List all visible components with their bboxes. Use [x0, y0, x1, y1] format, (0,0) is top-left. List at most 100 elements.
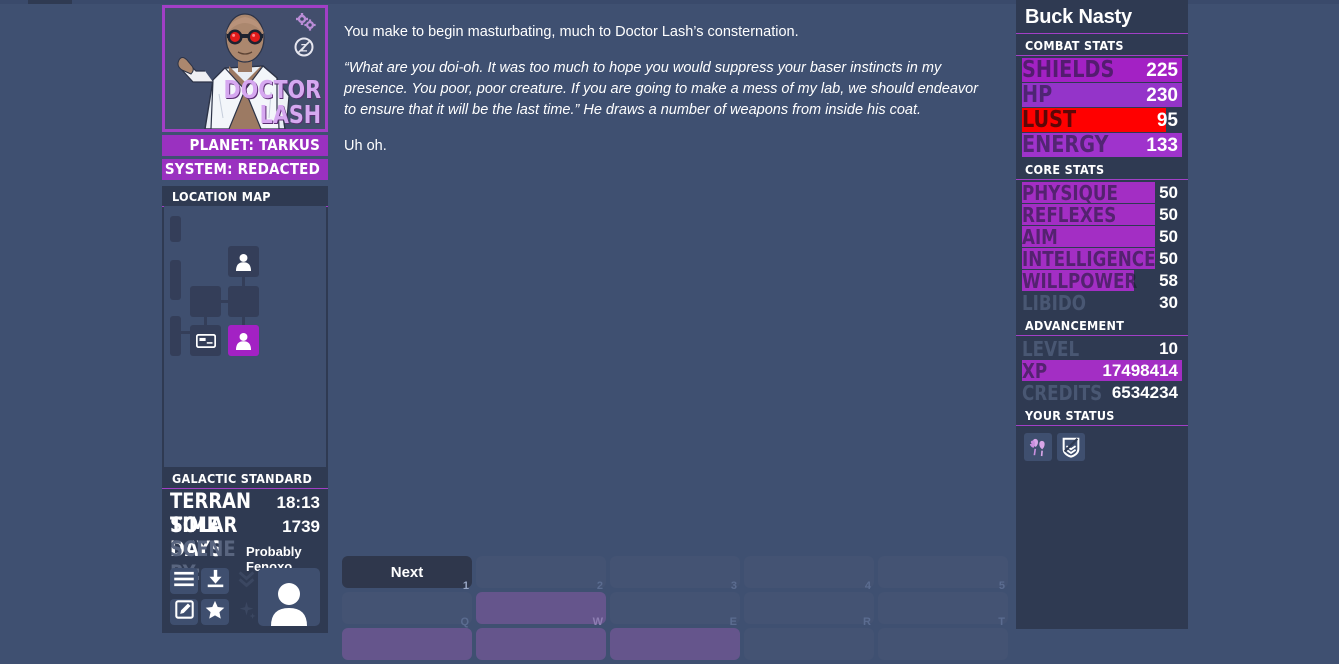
stat-bar-label: SHIELDS [1022, 58, 1115, 82]
system-tag: SYSTEM: REDACTED [162, 159, 328, 180]
map-link-5 [181, 331, 190, 334]
hotkey-label: R [863, 616, 871, 628]
action-button-empty[interactable]: W [476, 592, 606, 628]
stat-bar-value: 6534234 [1111, 383, 1178, 402]
map-stub-a [170, 216, 181, 242]
map-link-2 [242, 317, 245, 325]
download-icon [206, 569, 225, 593]
location-map-panel: LOCATION MAP [162, 186, 328, 469]
character-name: DOCTOR LASH [223, 77, 321, 127]
stat-bar-label: PHYSIQUE [1022, 182, 1118, 203]
hotkey-label: T [998, 616, 1005, 628]
map-room-player[interactable] [228, 325, 259, 356]
map-room-center[interactable] [228, 286, 259, 317]
map-room-npc-north[interactable] [228, 246, 259, 277]
stat-bar-label: ENERGY [1022, 133, 1109, 157]
action-button-empty[interactable] [878, 628, 1008, 660]
favorite-button[interactable] [201, 599, 229, 625]
main-content: You make to begin masturbating, much to … [336, 0, 1016, 649]
stat-bar-value: 58 [1159, 271, 1178, 290]
hotkey-label: W [592, 616, 603, 628]
player-name: Buck Nasty [1016, 0, 1188, 34]
galactic-standard-value: 1739 [282, 517, 320, 536]
stat-bar-label: LUST [1022, 108, 1077, 132]
action-button-empty[interactable] [342, 628, 472, 660]
stat-bar-energy: ENERGY 133 [1022, 133, 1182, 157]
action-button-row [342, 628, 1012, 660]
left-sidebar: Z DOCTOR LASH PLANET: TARKUS SYSTEM: RED… [162, 0, 328, 649]
stat-bar-value: 10 [1159, 339, 1178, 358]
appearance-button [232, 599, 260, 625]
stat-bar-label: LEVEL [1022, 338, 1080, 359]
stat-bar-level: LEVEL 10 [1022, 338, 1182, 359]
hotkey-label: Q [460, 616, 469, 628]
stat-bar-label: WILLPOWER [1022, 270, 1138, 291]
stat-bar-label: LIBIDO [1022, 292, 1086, 313]
map-room-west[interactable] [190, 286, 221, 317]
no-entry-icon[interactable]: Z [294, 37, 314, 57]
map-room-shop[interactable] [190, 325, 221, 356]
action-button-empty[interactable]: R [744, 592, 874, 628]
action-button-grid[interactable]: Next 1 2 3 4 5 Q W E R T [342, 556, 1012, 664]
hamburger-icon [174, 571, 194, 592]
action-button-empty[interactable]: 2 [476, 556, 606, 592]
story-paragraph: You make to begin masturbating, much to … [344, 24, 799, 40]
stat-bar-willpower: WILLPOWER 58 [1022, 270, 1182, 291]
action-button-next[interactable]: Next 1 [342, 556, 472, 592]
status-title: YOUR STATUS [1016, 404, 1188, 426]
stat-bar-label: INTELLIGENCE [1022, 248, 1156, 269]
stat-bar-label: AIM [1022, 226, 1058, 247]
portrait-icon-column: Z [294, 12, 320, 62]
location-map-area[interactable] [164, 206, 326, 467]
hotkey-label: 1 [462, 580, 469, 592]
stat-bar-value: 230 [1146, 85, 1178, 106]
stat-bar-xp: XP 17498414 [1022, 360, 1182, 381]
stat-bar-value: 50 [1159, 227, 1178, 246]
person-icon [228, 325, 259, 356]
action-button-empty[interactable] [610, 628, 740, 660]
lust-status-icon[interactable] [1024, 433, 1052, 461]
sparkle-icon [237, 600, 256, 624]
stat-bar-value: 50 [1159, 205, 1178, 224]
gears-icon[interactable] [294, 12, 316, 32]
credit-card-icon [190, 325, 221, 356]
player-sheet-button[interactable] [258, 568, 320, 626]
stat-bar-reflexes: REFLEXES 50 [1022, 204, 1182, 225]
map-stub-c [170, 316, 181, 356]
action-button-empty[interactable]: 5 [878, 556, 1008, 592]
edit-icon [174, 600, 194, 624]
action-button-empty[interactable]: T [878, 592, 1008, 628]
stat-bar-value: 17498414 [1102, 361, 1178, 380]
action-button-empty[interactable] [744, 628, 874, 660]
story-paragraph: “What are you doi-oh. It was too much to… [344, 60, 979, 118]
action-button-empty[interactable]: Q [342, 592, 472, 628]
core-stats-title: CORE STATS [1016, 158, 1188, 180]
hotkey-label: 2 [596, 580, 603, 592]
stat-bar-value: 50 [1159, 183, 1178, 202]
action-button-empty[interactable] [476, 628, 606, 660]
action-button-empty[interactable]: E [610, 592, 740, 628]
map-link-1 [242, 277, 245, 286]
shield-status-icon[interactable] [1057, 433, 1085, 461]
story-text: You make to begin masturbating, much to … [336, 0, 1016, 157]
galactic-standard-panel: GALACTIC STANDARD TERRAN TIME 18:13 SOLAR … [162, 468, 328, 633]
action-button-empty[interactable]: 3 [610, 556, 740, 592]
stat-bar-value: 30 [1159, 293, 1178, 312]
galactic-standard-title: GALACTIC STANDARD [162, 468, 328, 489]
stat-bar-label: HP [1022, 83, 1053, 107]
map-link-4 [221, 300, 228, 303]
action-button-empty[interactable]: 4 [744, 556, 874, 592]
person-icon [228, 246, 259, 277]
action-button-label: Next [390, 563, 424, 581]
status-effect-list [1016, 428, 1188, 461]
sidebar-icon-grid [170, 568, 320, 626]
galactic-standard-row: TERRAN TIME 18:13 [162, 489, 328, 537]
hotkey-label: 4 [864, 580, 871, 592]
save-button[interactable] [201, 568, 229, 594]
notes-button[interactable] [170, 599, 198, 625]
stat-bar-value: 95 [1156, 110, 1178, 131]
core-stats-list: PHYSIQUE 50 REFLEXES 50 AIM 50 INTELLIGENCE 50 W… [1016, 182, 1188, 313]
character-portrait-card[interactable]: Z DOCTOR LASH [162, 5, 328, 132]
menu-button[interactable] [170, 568, 198, 594]
combat-stats-title: COMBAT STATS [1016, 34, 1188, 56]
